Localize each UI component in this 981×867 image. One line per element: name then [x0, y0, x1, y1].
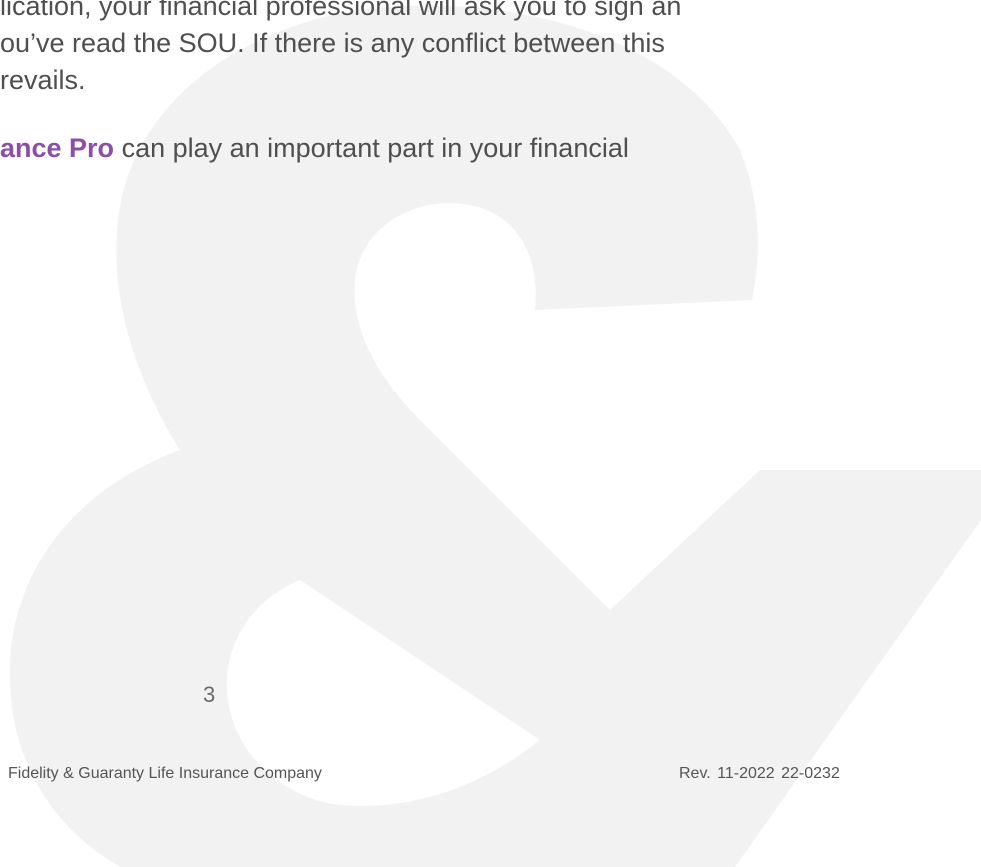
product-brand-name: ance Pro: [0, 133, 115, 163]
page-number: 3: [203, 682, 216, 707]
document-page: lication, your financial professional wi…: [0, 0, 981, 867]
body-paragraph-signature: lication, your financial professional wi…: [0, 0, 681, 99]
paragraph-text: can play an important part in your finan…: [114, 133, 629, 163]
paragraph-line: lication, your financial professional wi…: [0, 0, 682, 21]
footer-revision-code: Rev. 11-2022 22-0232: [679, 765, 840, 782]
footer-company-name: Fidelity & Guaranty Life Insurance Compa…: [8, 765, 322, 782]
paragraph-line: ou’ve read the SOU. If there is any conf…: [0, 28, 665, 58]
body-paragraph-product: ance Pro can play an important part in y…: [0, 130, 629, 167]
paragraph-line: revails.: [0, 65, 86, 95]
